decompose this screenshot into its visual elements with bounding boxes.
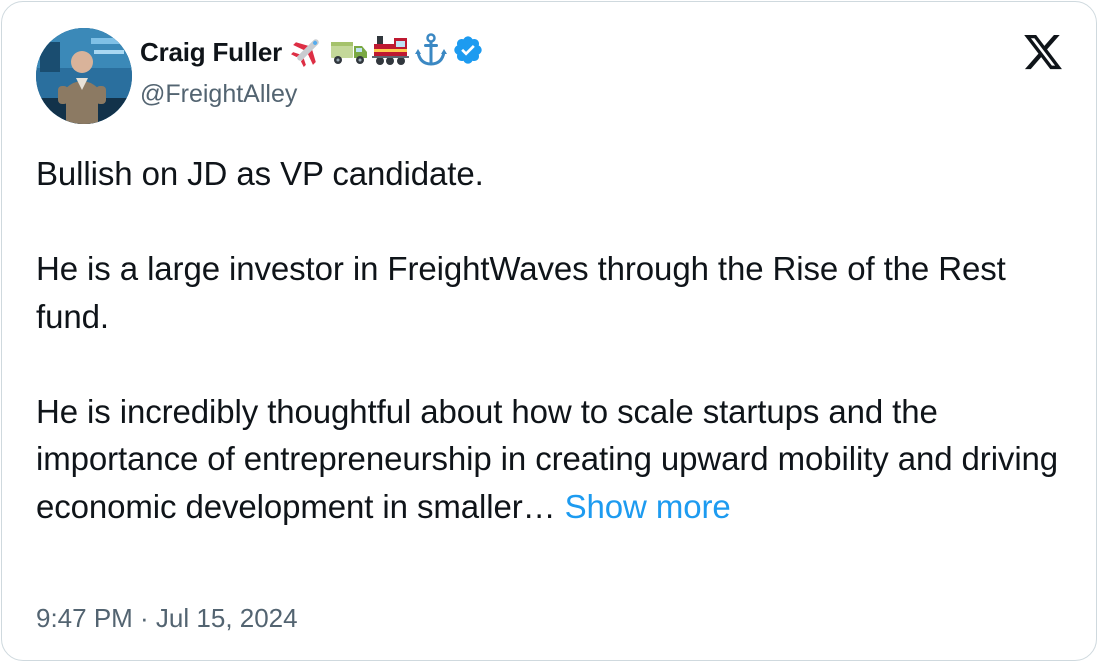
avatar-photo [36,28,132,124]
tweet-body: Bullish on JD as VP candidate. He is a l… [36,150,1066,530]
tweet-paragraph-1: Bullish on JD as VP candidate. [36,155,484,192]
tweet-timestamp[interactable]: 9:47 PM · Jul 15, 2024 [36,603,298,634]
tweet-card: Craig Fuller @FreightAlley Bullish on JD… [1,1,1097,661]
verified-badge-icon[interactable] [452,34,484,71]
x-logo-icon[interactable] [1021,31,1065,73]
anchor-icon [414,32,448,73]
author-handle[interactable]: @FreightAlley [140,80,297,109]
tweet-paragraph-2: He is a large investor in FreightWaves t… [36,250,1006,335]
author-name-row: Craig Fuller [140,32,488,73]
tweet-paragraph-3-text: He is incredibly thoughtful about how to… [36,392,1059,525]
emoji-list [290,32,488,73]
train-icon [372,32,410,73]
tweet-paragraph-3: He is incredibly thoughtful about how to… [36,388,1066,531]
author-name[interactable]: Craig Fuller [140,37,282,68]
airplane-icon [290,32,326,73]
truck-icon [330,32,368,73]
show-more-link[interactable]: Show more [565,488,731,525]
avatar[interactable] [36,28,132,124]
